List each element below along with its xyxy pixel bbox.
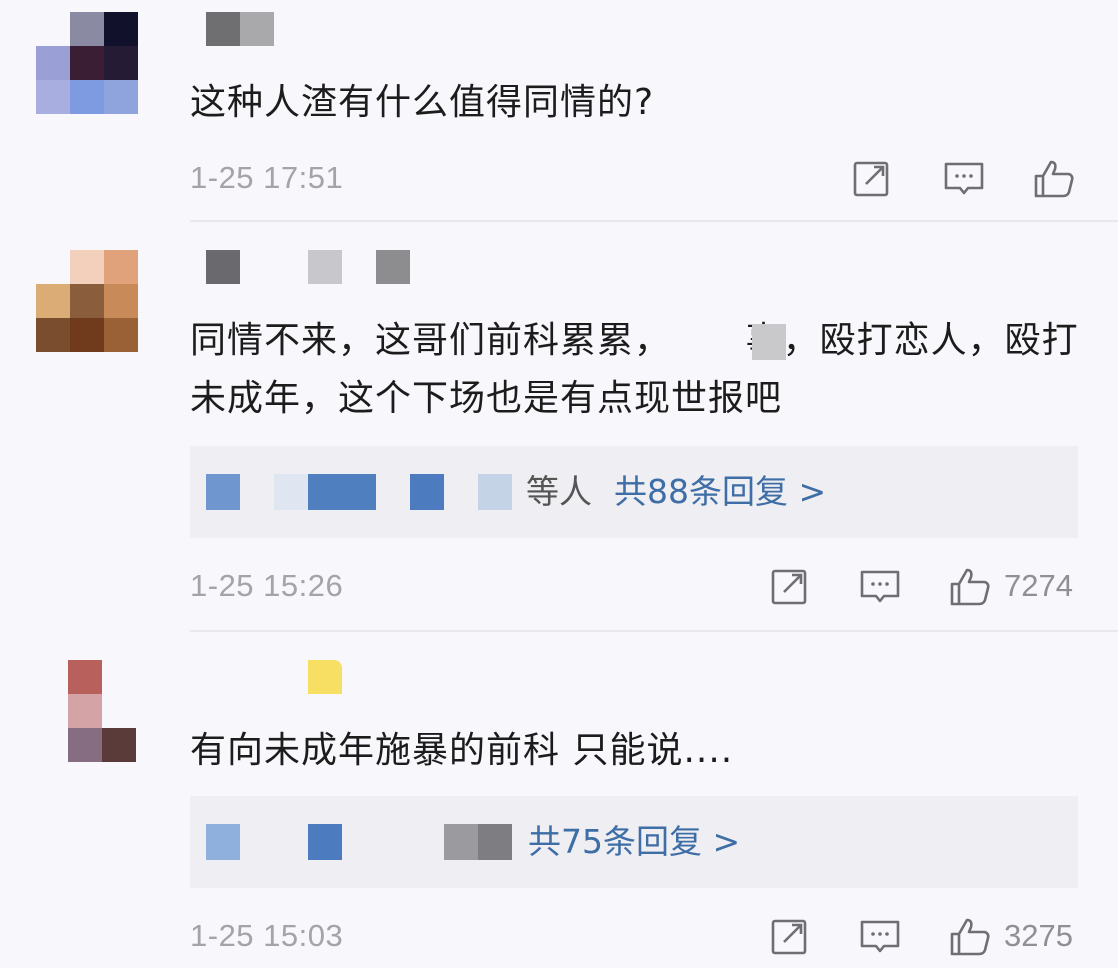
share-icon[interactable] <box>768 564 812 608</box>
replies-count[interactable]: 共88条回复 > <box>614 472 826 511</box>
avatar-pixel <box>70 46 104 80</box>
comment-actions: 3275 <box>768 914 1078 958</box>
avatar-pixel <box>68 694 102 728</box>
redaction-block <box>752 324 786 360</box>
thumbs-up-icon[interactable] <box>1032 156 1076 200</box>
avatar-pixel <box>104 318 138 352</box>
avatar-pixel <box>104 284 138 318</box>
comment-time: 1-25 15:26 <box>190 568 344 603</box>
comment-item: 同情不来，这哥们前科累累， 事，殴打恋人，殴打未成年，这个下场也是有点现世报吧 … <box>0 222 1118 632</box>
thumbs-up-icon[interactable] <box>948 914 992 958</box>
avatar[interactable] <box>36 250 138 352</box>
avatar[interactable] <box>36 12 138 114</box>
avatar-pixel <box>36 80 70 114</box>
avatar-pixel <box>104 80 138 114</box>
comment-actions: 7274 <box>768 564 1078 608</box>
avatar-pixel <box>36 46 70 80</box>
like-count: 3275 <box>1004 918 1073 953</box>
replies-box[interactable]: 共75条回复 > <box>190 796 1078 888</box>
comment-text: 同情不来，这哥们前科累累， 事，殴打恋人，殴打未成年，这个下场也是有点现世报吧 <box>190 320 1079 419</box>
avatar-pixel <box>70 284 104 318</box>
comment-icon[interactable] <box>858 914 902 958</box>
avatar-pixel <box>104 46 138 80</box>
comment-item: 这种人渣有什么值得同情的? 1-25 17:51 <box>0 0 1118 222</box>
like-count: 7274 <box>1004 568 1073 603</box>
avatar-pixel <box>104 12 138 46</box>
username-redacted[interactable] <box>190 250 460 286</box>
username-redacted[interactable] <box>190 12 280 48</box>
avatar-pixel <box>36 284 70 318</box>
comment-text: 有向未成年施暴的前科 只能说.... <box>190 730 734 771</box>
comment-time: 1-25 17:51 <box>190 160 344 195</box>
comment-text: 这种人渣有什么值得同情的? <box>190 82 655 123</box>
avatar-pixel <box>70 250 104 284</box>
avatar-pixel <box>70 80 104 114</box>
comment-time: 1-25 15:03 <box>190 918 344 953</box>
avatar[interactable] <box>68 660 138 762</box>
replies-count[interactable]: 共75条回复 > <box>528 822 740 861</box>
comment-item: 有向未成年施暴的前科 只能说.... 共75条回复 > 1-25 15:03 3… <box>0 632 1118 968</box>
avatar-pixel <box>68 660 102 694</box>
username-redacted[interactable] <box>190 660 350 696</box>
avatar-pixel <box>104 250 138 284</box>
comment-icon[interactable] <box>858 564 902 608</box>
replies-summary[interactable]: 等人 共88条回复 > <box>526 472 826 512</box>
avatar-pixel <box>70 12 104 46</box>
comment-icon[interactable] <box>942 156 986 200</box>
avatar-pixel <box>68 728 102 762</box>
avatar-pixel <box>70 318 104 352</box>
share-icon[interactable] <box>768 914 812 958</box>
comment-actions <box>838 156 1078 200</box>
thumbs-up-icon[interactable] <box>948 564 992 608</box>
avatar-pixel <box>36 318 70 352</box>
avatar-pixel <box>102 728 136 762</box>
replies-who: 等人 <box>526 472 592 511</box>
replies-box[interactable]: 等人 共88条回复 > <box>190 446 1078 538</box>
share-icon[interactable] <box>850 156 894 200</box>
replies-summary[interactable]: 共75条回复 > <box>528 822 740 862</box>
